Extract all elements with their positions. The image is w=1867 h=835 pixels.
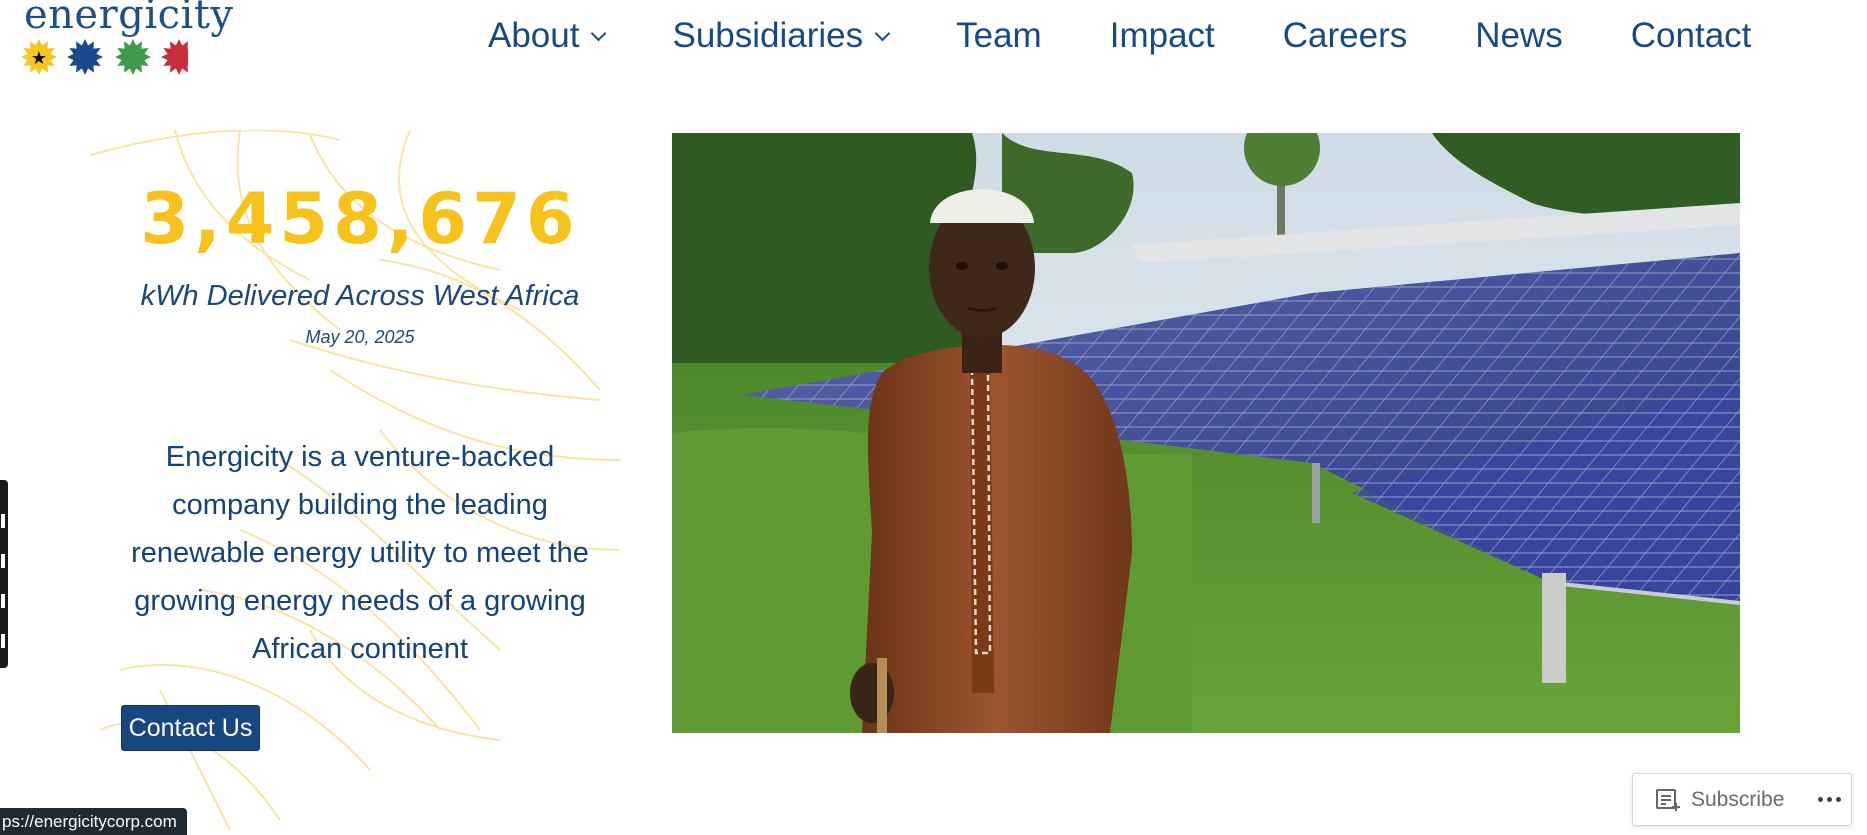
subscribe-button[interactable]: Subscribe bbox=[1655, 788, 1784, 812]
nav-about-label: About bbox=[488, 16, 580, 55]
kwh-counter-date: May 20, 2025 bbox=[305, 327, 415, 347]
main-nav: About Subsidiaries Team Impact Careers N… bbox=[488, 16, 1751, 56]
nav-subsidiaries[interactable]: Subsidiaries bbox=[672, 16, 891, 56]
share-sidebar-tab[interactable] bbox=[0, 480, 8, 668]
subscribe-label: Subscribe bbox=[1691, 787, 1785, 811]
nav-news-label: News bbox=[1475, 16, 1563, 55]
hero-photo bbox=[672, 133, 1740, 733]
logo-sun-green bbox=[115, 39, 151, 75]
nav-news[interactable]: News bbox=[1475, 16, 1563, 56]
svg-text:★: ★ bbox=[31, 48, 47, 69]
nav-subsidiaries-label: Subsidiaries bbox=[672, 16, 864, 55]
logo-wordmark: energicity bbox=[24, 0, 234, 38]
chevron-down-icon bbox=[591, 25, 607, 41]
subscribe-widget: Subscribe bbox=[1632, 773, 1852, 826]
ellipsis-icon[interactable] bbox=[1818, 797, 1845, 802]
sunburst-logo-icon: ★ bbox=[21, 39, 188, 75]
nav-careers[interactable]: Careers bbox=[1283, 16, 1407, 56]
contact-us-button[interactable]: Contact Us bbox=[121, 705, 260, 751]
browser-status-url: ps://energicitycorp.com bbox=[0, 808, 187, 835]
site-logo[interactable]: energicity ★ bbox=[18, 0, 233, 84]
logo-sun-red bbox=[161, 39, 188, 75]
nav-impact[interactable]: Impact bbox=[1110, 16, 1215, 56]
kwh-counter: 3,458,676 bbox=[140, 178, 580, 260]
reader-add-icon bbox=[1656, 788, 1680, 811]
logo-sun-blue bbox=[67, 39, 103, 75]
kwh-counter-label: kWh Delivered Across West Africa bbox=[140, 280, 580, 312]
share-tab-mark bbox=[1, 634, 5, 648]
nav-about[interactable]: About bbox=[488, 16, 607, 56]
share-tab-mark bbox=[1, 514, 5, 528]
nav-impact-label: Impact bbox=[1109, 16, 1215, 55]
nav-contact-label: Contact bbox=[1630, 16, 1752, 55]
company-intro: Energicity is a venture-backed company b… bbox=[131, 441, 589, 665]
share-tab-mark bbox=[1, 594, 5, 608]
nav-contact[interactable]: Contact bbox=[1631, 16, 1752, 56]
share-tab-mark bbox=[1, 554, 5, 568]
nav-team[interactable]: Team bbox=[956, 16, 1042, 56]
nav-team-label: Team bbox=[956, 16, 1042, 55]
nav-careers-label: Careers bbox=[1282, 16, 1408, 55]
solar-panels-photo bbox=[672, 133, 1740, 733]
chevron-down-icon bbox=[874, 25, 891, 41]
